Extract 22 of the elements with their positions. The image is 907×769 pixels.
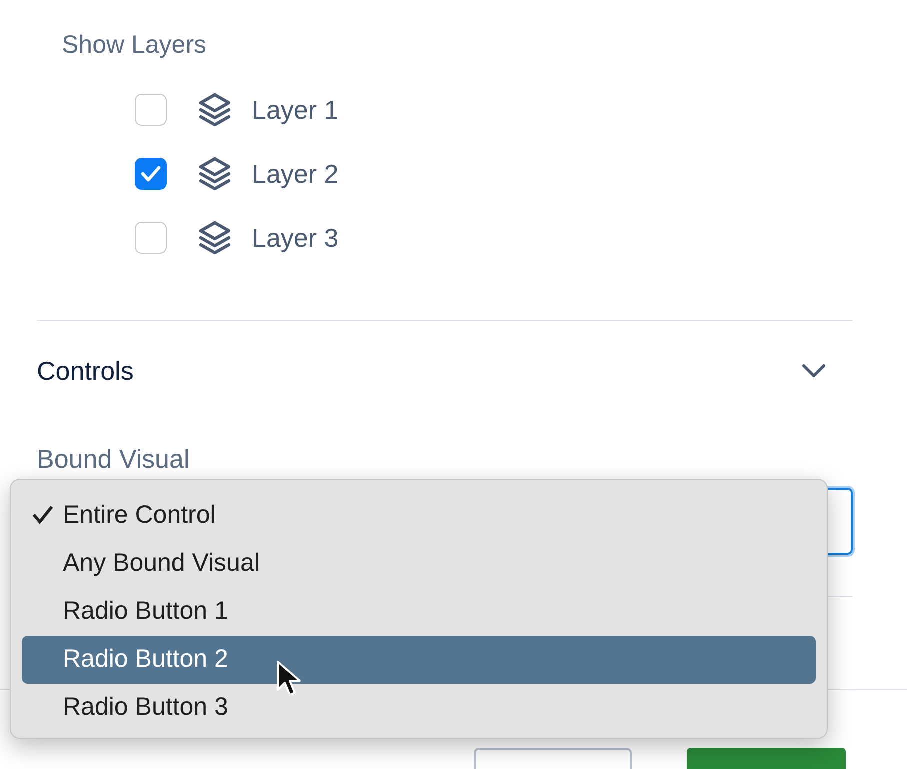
menu-item[interactable]: Entire Control [22,492,816,540]
chevron-down-icon[interactable] [801,363,827,379]
cursor-icon [276,660,304,698]
primary-button[interactable] [687,748,846,769]
section-heading: Controls [37,354,134,388]
section-heading: Show Layers [62,31,207,59]
layer-label: Layer 2 [252,158,339,190]
layer-label: Layer 1 [252,94,339,126]
layer-label: Layer 3 [252,222,339,254]
menu-item[interactable]: Radio Button 3 [22,684,816,732]
menu-item[interactable]: Radio Button 1 [22,588,816,636]
checkmark-icon [140,165,162,183]
menu-item[interactable]: Radio Button 2 [22,636,816,684]
layers-icon [198,220,232,256]
field-label: Bound Visual [37,442,190,476]
checkbox[interactable] [135,222,167,254]
checkbox[interactable] [135,158,167,190]
secondary-button[interactable] [474,748,632,769]
layers-icon [198,92,232,128]
layers-icon [198,156,232,192]
menu-item[interactable]: Any Bound Visual [22,540,816,588]
checkbox[interactable] [135,94,167,126]
